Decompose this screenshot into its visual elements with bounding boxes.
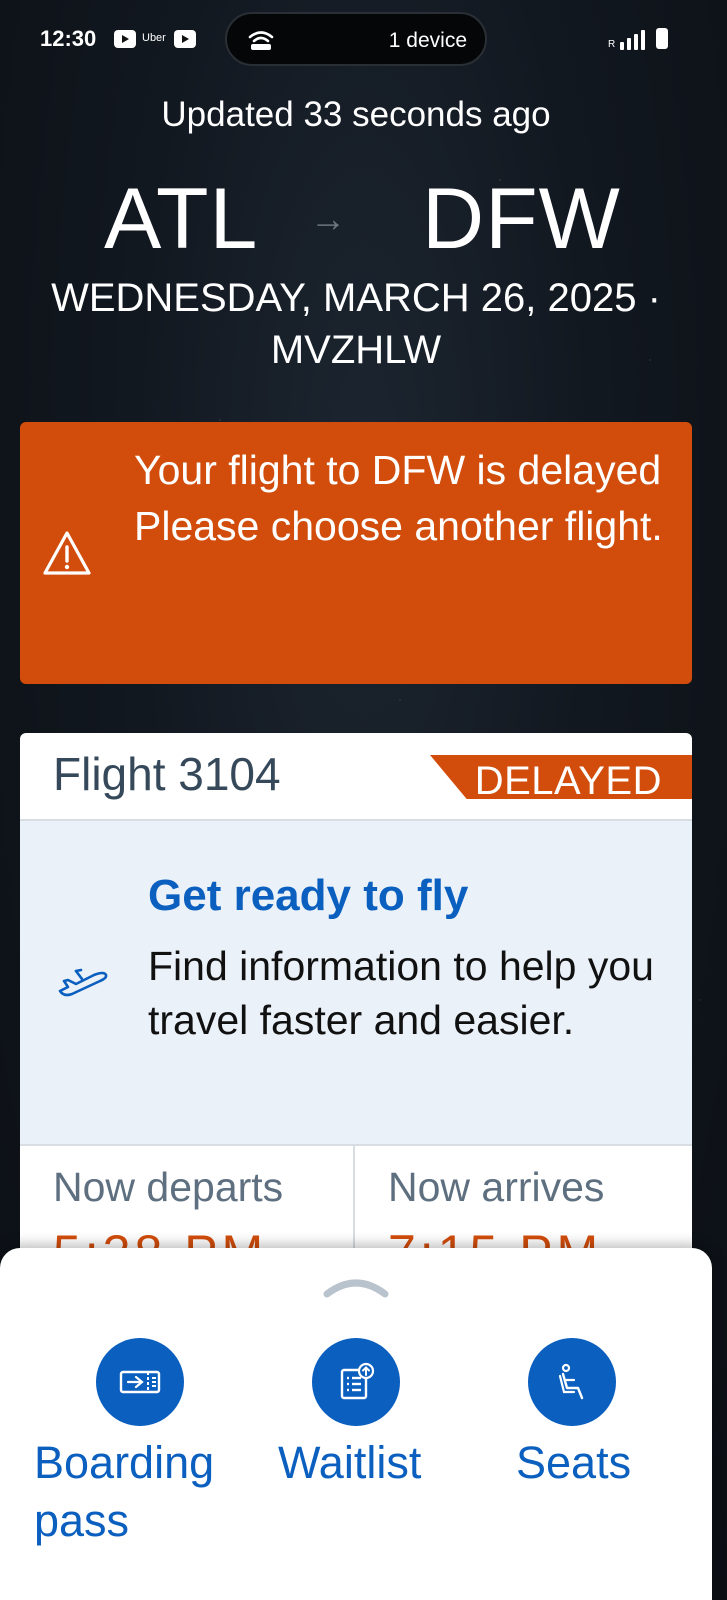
status-bar: 12:30 Uber 1 device R: [0, 0, 727, 80]
status-badge: DELAYED: [430, 755, 692, 799]
origin-airport: ATL: [104, 171, 259, 267]
departs-label: Now departs: [53, 1164, 284, 1210]
seat-glyph: [558, 1363, 584, 1400]
battery-icon: [656, 28, 668, 49]
alert-line-2: Please choose another flight.: [134, 503, 663, 549]
airplane-takeoff-icon: [58, 968, 108, 997]
waitlist-label[interactable]: Waitlist: [278, 1434, 448, 1492]
alert-line-1: Your flight to DFW is delayed: [134, 447, 662, 493]
bottom-sheet: Boarding pass Waitlist Seats: [0, 1248, 712, 1600]
boarding-pass-glyph: [119, 1370, 161, 1394]
seats-label[interactable]: Seats: [516, 1434, 666, 1492]
get-ready-panel[interactable]: Get ready to fly Find information to hel…: [20, 821, 692, 1146]
alert-message: Your flight to DFW is delayed Please cho…: [134, 442, 674, 554]
youtube-icon: [174, 30, 196, 48]
network-indicator: R: [608, 39, 616, 50]
confirmation-code: MVZHLW: [270, 328, 442, 372]
hotspot-icon: [248, 31, 274, 50]
warning-icon: [43, 531, 91, 575]
route-header: ATL → DFW: [0, 170, 712, 270]
waitlist-glyph: [340, 1362, 375, 1400]
flight-number: Flight 3104: [53, 748, 281, 800]
device-count: 1 device: [388, 29, 467, 52]
updated-timestamp: Updated 33 seconds ago: [161, 95, 551, 134]
waitlist-icon[interactable]: [312, 1338, 400, 1426]
status-time: 12:30: [40, 26, 97, 51]
chevron-up-icon[interactable]: [323, 1274, 389, 1300]
arrives-label: Now arrives: [388, 1164, 605, 1210]
flight-card: Flight 3104 DELAYED Get ready to fly Fin…: [20, 733, 692, 1273]
signal-icon: R: [608, 28, 646, 50]
boarding-pass-label[interactable]: Boarding pass: [34, 1434, 254, 1550]
trip-date: WEDNESDAY, MARCH 26, 2025 ·: [51, 276, 661, 320]
youtube-icon: [114, 30, 136, 48]
flight-card-header: Flight 3104 DELAYED: [20, 733, 692, 821]
destination-airport: DFW: [422, 171, 621, 267]
device-connection-pill[interactable]: 1 device: [225, 12, 487, 66]
boarding-pass-icon[interactable]: [96, 1338, 184, 1426]
seat-icon[interactable]: [528, 1338, 616, 1426]
get-ready-title: Get ready to fly: [148, 871, 469, 920]
delay-alert[interactable]: Your flight to DFW is delayed Please cho…: [20, 422, 692, 684]
trip-meta: WEDNESDAY, MARCH 26, 2025 · MVZHLW: [0, 272, 712, 376]
uber-notification-label: Uber: [142, 32, 166, 44]
get-ready-description: Find information to help you travel fast…: [148, 943, 654, 1043]
arrow-right-icon: →: [310, 198, 346, 239]
status-badge-label: DELAYED: [474, 759, 662, 803]
